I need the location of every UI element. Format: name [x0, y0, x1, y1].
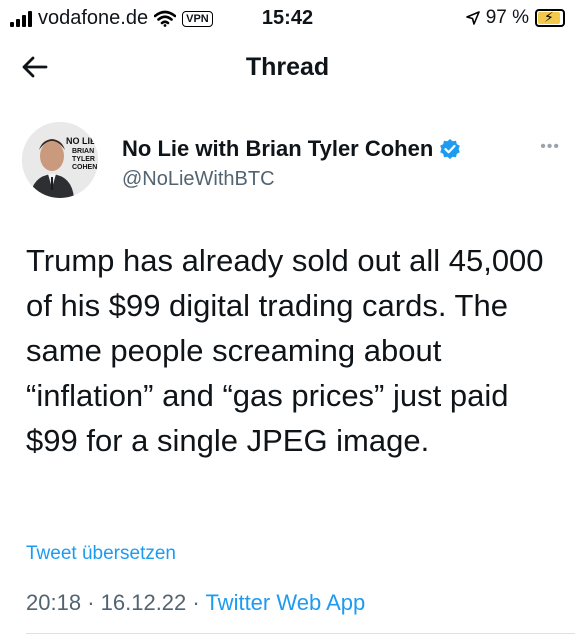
- author-name[interactable]: No Lie with Brian Tyler Cohen: [122, 136, 433, 162]
- meta-separator: ·: [192, 590, 200, 615]
- avatar-text-4: COHEN: [72, 164, 97, 171]
- verified-badge-icon: [440, 139, 461, 159]
- divider: [26, 633, 575, 634]
- nav-bar: Thread: [0, 40, 575, 96]
- avatar-text-1: NO LIE: [66, 136, 96, 146]
- battery-percent: 97 %: [485, 7, 529, 28]
- tweet-time: 20:18: [26, 590, 82, 615]
- avatar[interactable]: NO LIE BRIAN TYLER COHEN: [22, 122, 98, 198]
- avatar-text-2: BRIAN: [72, 148, 94, 155]
- tweet-date: 16.12.22: [100, 590, 187, 615]
- tweet-meta: 20:18 · 16.12.22 · Twitter Web App: [26, 590, 365, 616]
- author-name-row: No Lie with Brian Tyler Cohen: [122, 136, 461, 162]
- avatar-text-3: TYLER: [72, 156, 95, 163]
- page-title: Thread: [245, 53, 330, 81]
- meta-separator: ·: [87, 590, 95, 615]
- translate-link[interactable]: Tweet übersetzen: [26, 543, 176, 565]
- author-handle[interactable]: @NoLieWithBTC: [122, 168, 275, 191]
- status-bar: vodafone.de VPN 15:42 97 % ⚡: [0, 0, 575, 36]
- tweet-source-link[interactable]: Twitter Web App: [205, 590, 365, 615]
- battery-charging-icon: ⚡: [535, 9, 565, 27]
- tweet-author: NO LIE BRIAN TYLER COHEN No Lie with Bri…: [22, 122, 562, 212]
- tweet-text: Trump has already sold out all 45,000 of…: [26, 243, 544, 458]
- more-options-icon[interactable]: •••: [540, 138, 560, 156]
- status-right: 97 % ⚡: [465, 7, 565, 29]
- location-arrow-icon: [465, 11, 480, 25]
